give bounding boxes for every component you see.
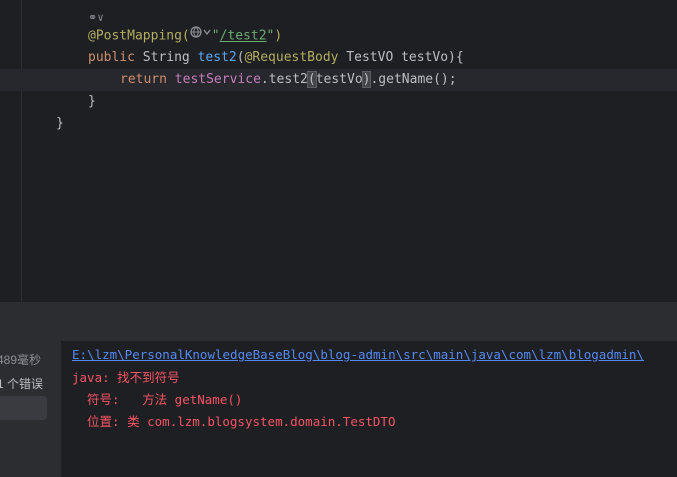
web-endpoint-icon[interactable] — [190, 25, 212, 47]
code-line-5[interactable]: } — [56, 113, 64, 135]
keyword-public: public — [88, 50, 135, 65]
method-call-test2: .test2 — [260, 72, 308, 87]
return-type: String — [134, 50, 198, 65]
method-name: test2 — [197, 50, 237, 65]
request-path-link[interactable]: /test2 — [220, 29, 267, 44]
service-field: testService — [174, 72, 261, 87]
ide-window: ⚭∨ @PostMapping("/test2") public String … — [0, 0, 677, 477]
code-line-2[interactable]: public String test2(@RequestBody TestVO … — [88, 47, 464, 69]
code-editor[interactable]: ⚭∨ @PostMapping("/test2") public String … — [0, 0, 677, 302]
usages-inlay-icon[interactable]: ⚭∨ — [88, 10, 104, 26]
keyword-return: return — [120, 72, 167, 87]
build-duration: 489毫秒 — [0, 353, 42, 367]
build-output-panel: 489毫秒 1 个错误 E:\lzm\PersonalKnowledgeBase… — [0, 341, 677, 477]
post-mapping-annotation: @PostMapping( — [88, 28, 190, 44]
indent-guide — [21, 0, 22, 302]
error-message-title: java: 找不到符号 — [72, 370, 180, 385]
call-argument: testVo — [315, 72, 363, 87]
error-count[interactable]: 1 个错误 — [0, 375, 43, 392]
error-symbol-line: 符号: 方法 getName() — [72, 392, 243, 407]
annotation-close-paren: ) — [274, 28, 283, 44]
code-line-1[interactable]: @PostMapping("/test2") — [88, 25, 282, 47]
code-line-3[interactable]: return testService.test2(testVo).getName… — [120, 69, 457, 91]
method-call-getname: .getName(); — [370, 72, 457, 87]
open-paren: ( — [236, 50, 245, 65]
parameter-declaration: TestVO testVo){ — [338, 50, 464, 65]
source-file-link[interactable]: E:\lzm\PersonalKnowledgeBaseBlog\blog-ad… — [72, 346, 644, 364]
code-line-4[interactable]: } — [88, 91, 96, 113]
string-quote-open: " — [211, 28, 220, 44]
matched-paren-open: ( — [306, 71, 317, 88]
error-location-line: 位置: 类 com.lzm.blogsystem.domain.TestDTO — [72, 414, 396, 429]
panel-divider[interactable] — [0, 302, 677, 341]
build-tree[interactable]: 489毫秒 1 个错误 — [0, 341, 61, 477]
request-body-annotation: @RequestBody — [244, 50, 339, 65]
tree-selected-item[interactable] — [0, 396, 47, 420]
